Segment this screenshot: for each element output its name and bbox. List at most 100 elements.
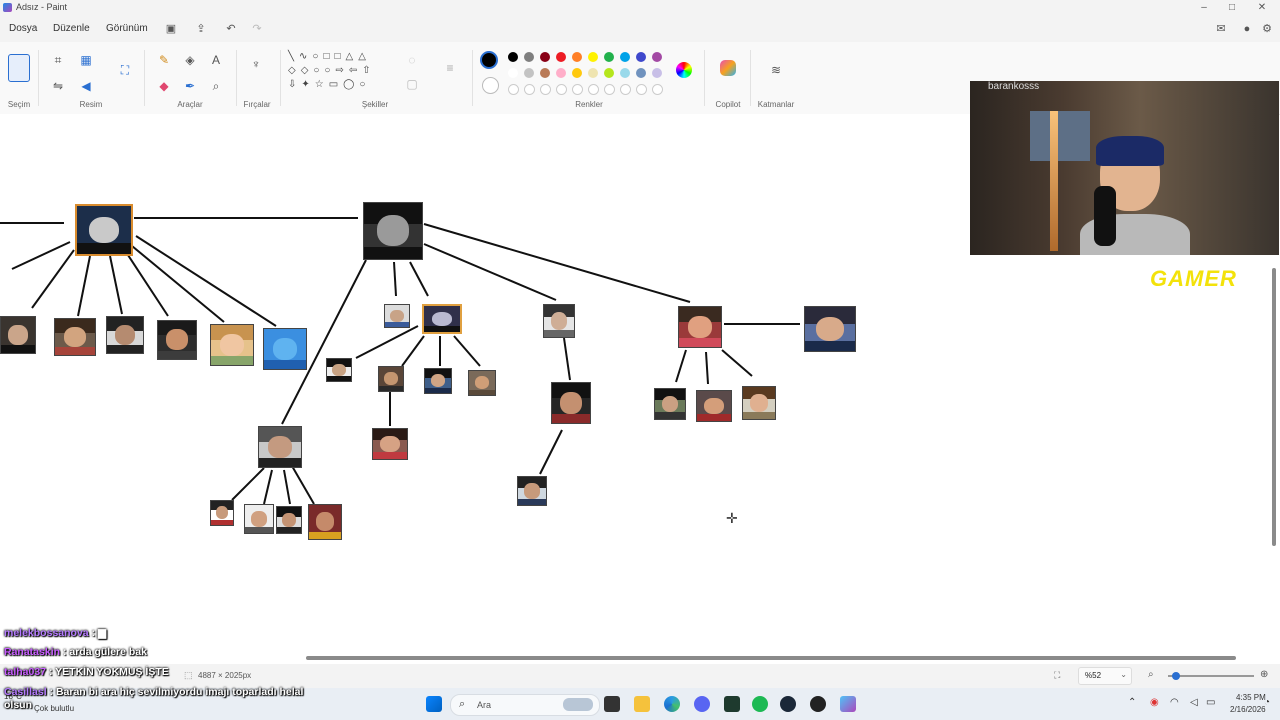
color-swatch[interactable]	[556, 52, 566, 62]
start-windows-icon[interactable]	[426, 696, 442, 712]
chat-user: Casillasl	[4, 686, 47, 698]
zoom-slider-thumb[interactable]	[1172, 672, 1180, 680]
custom-color-slot[interactable]	[524, 84, 535, 95]
save-icon[interactable]: ▣	[164, 22, 178, 36]
zoom-in-icon[interactable]: ⊕	[1260, 669, 1268, 680]
group-label-image: Resim	[79, 100, 103, 109]
custom-color-slot[interactable]	[556, 84, 567, 95]
image-select-icon[interactable]: ⛶	[117, 62, 133, 78]
color-picker-icon[interactable]: ✒	[182, 78, 198, 94]
color-swatch[interactable]	[508, 52, 518, 62]
taskbar-search[interactable]: ⌕ Ara	[450, 694, 600, 716]
text-icon[interactable]: A	[208, 52, 224, 68]
flip-icon[interactable]: ⇋	[50, 78, 66, 94]
custom-color-slot[interactable]	[652, 84, 663, 95]
zoom-slider[interactable]	[1168, 675, 1254, 677]
custom-color-slot[interactable]	[604, 84, 615, 95]
settings-gear-icon[interactable]: ⚙	[1260, 22, 1274, 36]
chevron-up-icon[interactable]: ⌃	[1128, 697, 1136, 708]
pencil-icon[interactable]: ✎	[156, 52, 172, 68]
terminal-icon[interactable]	[724, 696, 740, 712]
stroke-size-icon[interactable]: ≡	[442, 60, 458, 76]
custom-color-slot[interactable]	[636, 84, 647, 95]
zoom-out-icon[interactable]: ⌕	[1148, 669, 1154, 680]
rotate-icon[interactable]: ◀	[78, 78, 94, 94]
selection-tool-button[interactable]	[8, 54, 30, 82]
obs-icon[interactable]	[810, 696, 826, 712]
horizontal-scrollbar[interactable]	[306, 656, 1236, 660]
color-swatch[interactable]	[604, 68, 614, 78]
primary-color-swatch[interactable]	[480, 51, 498, 69]
color-swatch[interactable]	[556, 68, 566, 78]
redo-icon[interactable]: ↷	[250, 22, 264, 36]
person-photo	[276, 506, 302, 534]
search-icon: ⌕	[459, 698, 466, 710]
layers-icon[interactable]: ≋	[768, 62, 784, 78]
custom-color-slot[interactable]	[588, 84, 599, 95]
file-explorer-icon[interactable]	[634, 696, 650, 712]
chat-message: Casillasl : Baran bi ara hiç sevilmiyord…	[4, 686, 324, 712]
menu-file[interactable]: Dosya	[9, 23, 37, 34]
magnifier-icon[interactable]: ⌕	[208, 78, 224, 94]
maximize-button[interactable]: □	[1216, 0, 1248, 16]
undo-icon[interactable]: ↶	[224, 22, 238, 36]
account-icon[interactable]: ●	[1240, 22, 1254, 36]
clock-time[interactable]: 4:35 PM	[1236, 693, 1266, 702]
custom-color-slot[interactable]	[508, 84, 519, 95]
feedback-icon[interactable]: ✉	[1214, 22, 1228, 36]
custom-color-slot[interactable]	[620, 84, 631, 95]
color-swatch[interactable]	[604, 52, 614, 62]
spotify-icon[interactable]	[752, 696, 768, 712]
vertical-scrollbar[interactable]	[1272, 268, 1276, 546]
custom-color-slot[interactable]	[572, 84, 583, 95]
discord-icon[interactable]	[694, 696, 710, 712]
resize-icon[interactable]: ▦	[78, 52, 94, 68]
color-swatch[interactable]	[588, 52, 598, 62]
color-swatch[interactable]	[540, 52, 550, 62]
color-swatch[interactable]	[620, 68, 630, 78]
secondary-color-swatch[interactable]	[482, 77, 499, 94]
color-swatch[interactable]	[636, 68, 646, 78]
color-swatch[interactable]	[636, 52, 646, 62]
color-swatch[interactable]	[572, 68, 582, 78]
color-swatch[interactable]	[620, 52, 630, 62]
color-swatch[interactable]	[524, 52, 534, 62]
menu-view[interactable]: Görünüm	[106, 23, 148, 34]
crop-icon[interactable]: ⌗	[50, 52, 66, 68]
color-swatch[interactable]	[652, 52, 662, 62]
battery-icon[interactable]: ▭	[1206, 697, 1215, 708]
color-swatch[interactable]	[540, 68, 550, 78]
copilot-icon[interactable]	[720, 60, 736, 76]
person-photo	[551, 382, 591, 424]
fit-to-window-icon[interactable]: ⛶	[1054, 670, 1060, 681]
color-swatch[interactable]	[524, 68, 534, 78]
color-swatch[interactable]	[652, 68, 662, 78]
task-view-icon[interactable]	[604, 696, 620, 712]
menu-edit[interactable]: Düzenle	[53, 23, 90, 34]
paint-taskbar-icon[interactable]	[840, 696, 856, 712]
color-swatch[interactable]	[572, 52, 582, 62]
microphone-icon	[1094, 186, 1116, 246]
color-swatch[interactable]	[508, 68, 518, 78]
volume-icon[interactable]: ◁	[1190, 697, 1198, 708]
close-button[interactable]: ✕	[1246, 0, 1278, 16]
custom-color-slot[interactable]	[540, 84, 551, 95]
eraser-icon[interactable]: ◆	[156, 78, 172, 94]
wifi-icon[interactable]: ◠	[1170, 697, 1179, 708]
chat-user: melekbossanova	[4, 627, 89, 639]
notification-icon[interactable]: ◔	[1264, 697, 1270, 708]
clock-date[interactable]: 2/16/2026	[1230, 705, 1266, 714]
steam-icon[interactable]	[780, 696, 796, 712]
tray-app-icon[interactable]: ◉	[1150, 697, 1159, 708]
person-photo	[654, 388, 686, 420]
outline-icon[interactable]: ◌	[404, 52, 420, 68]
brush-icon[interactable]: ♆	[248, 56, 264, 72]
shape-fill-icon[interactable]: ▢	[404, 76, 420, 92]
share-icon[interactable]: ⇪	[194, 22, 208, 36]
zoom-select[interactable]: %52 ⌄	[1078, 667, 1132, 685]
color-swatch[interactable]	[588, 68, 598, 78]
edit-colors-icon[interactable]	[676, 62, 692, 78]
fill-icon[interactable]: ◈	[182, 52, 198, 68]
shapes-gallery[interactable]: ╲∿○□□△△ ◇◇○○⇨⇦⇧ ⇩✦☆▭◯○	[288, 50, 394, 96]
edge-browser-icon[interactable]	[664, 696, 680, 712]
